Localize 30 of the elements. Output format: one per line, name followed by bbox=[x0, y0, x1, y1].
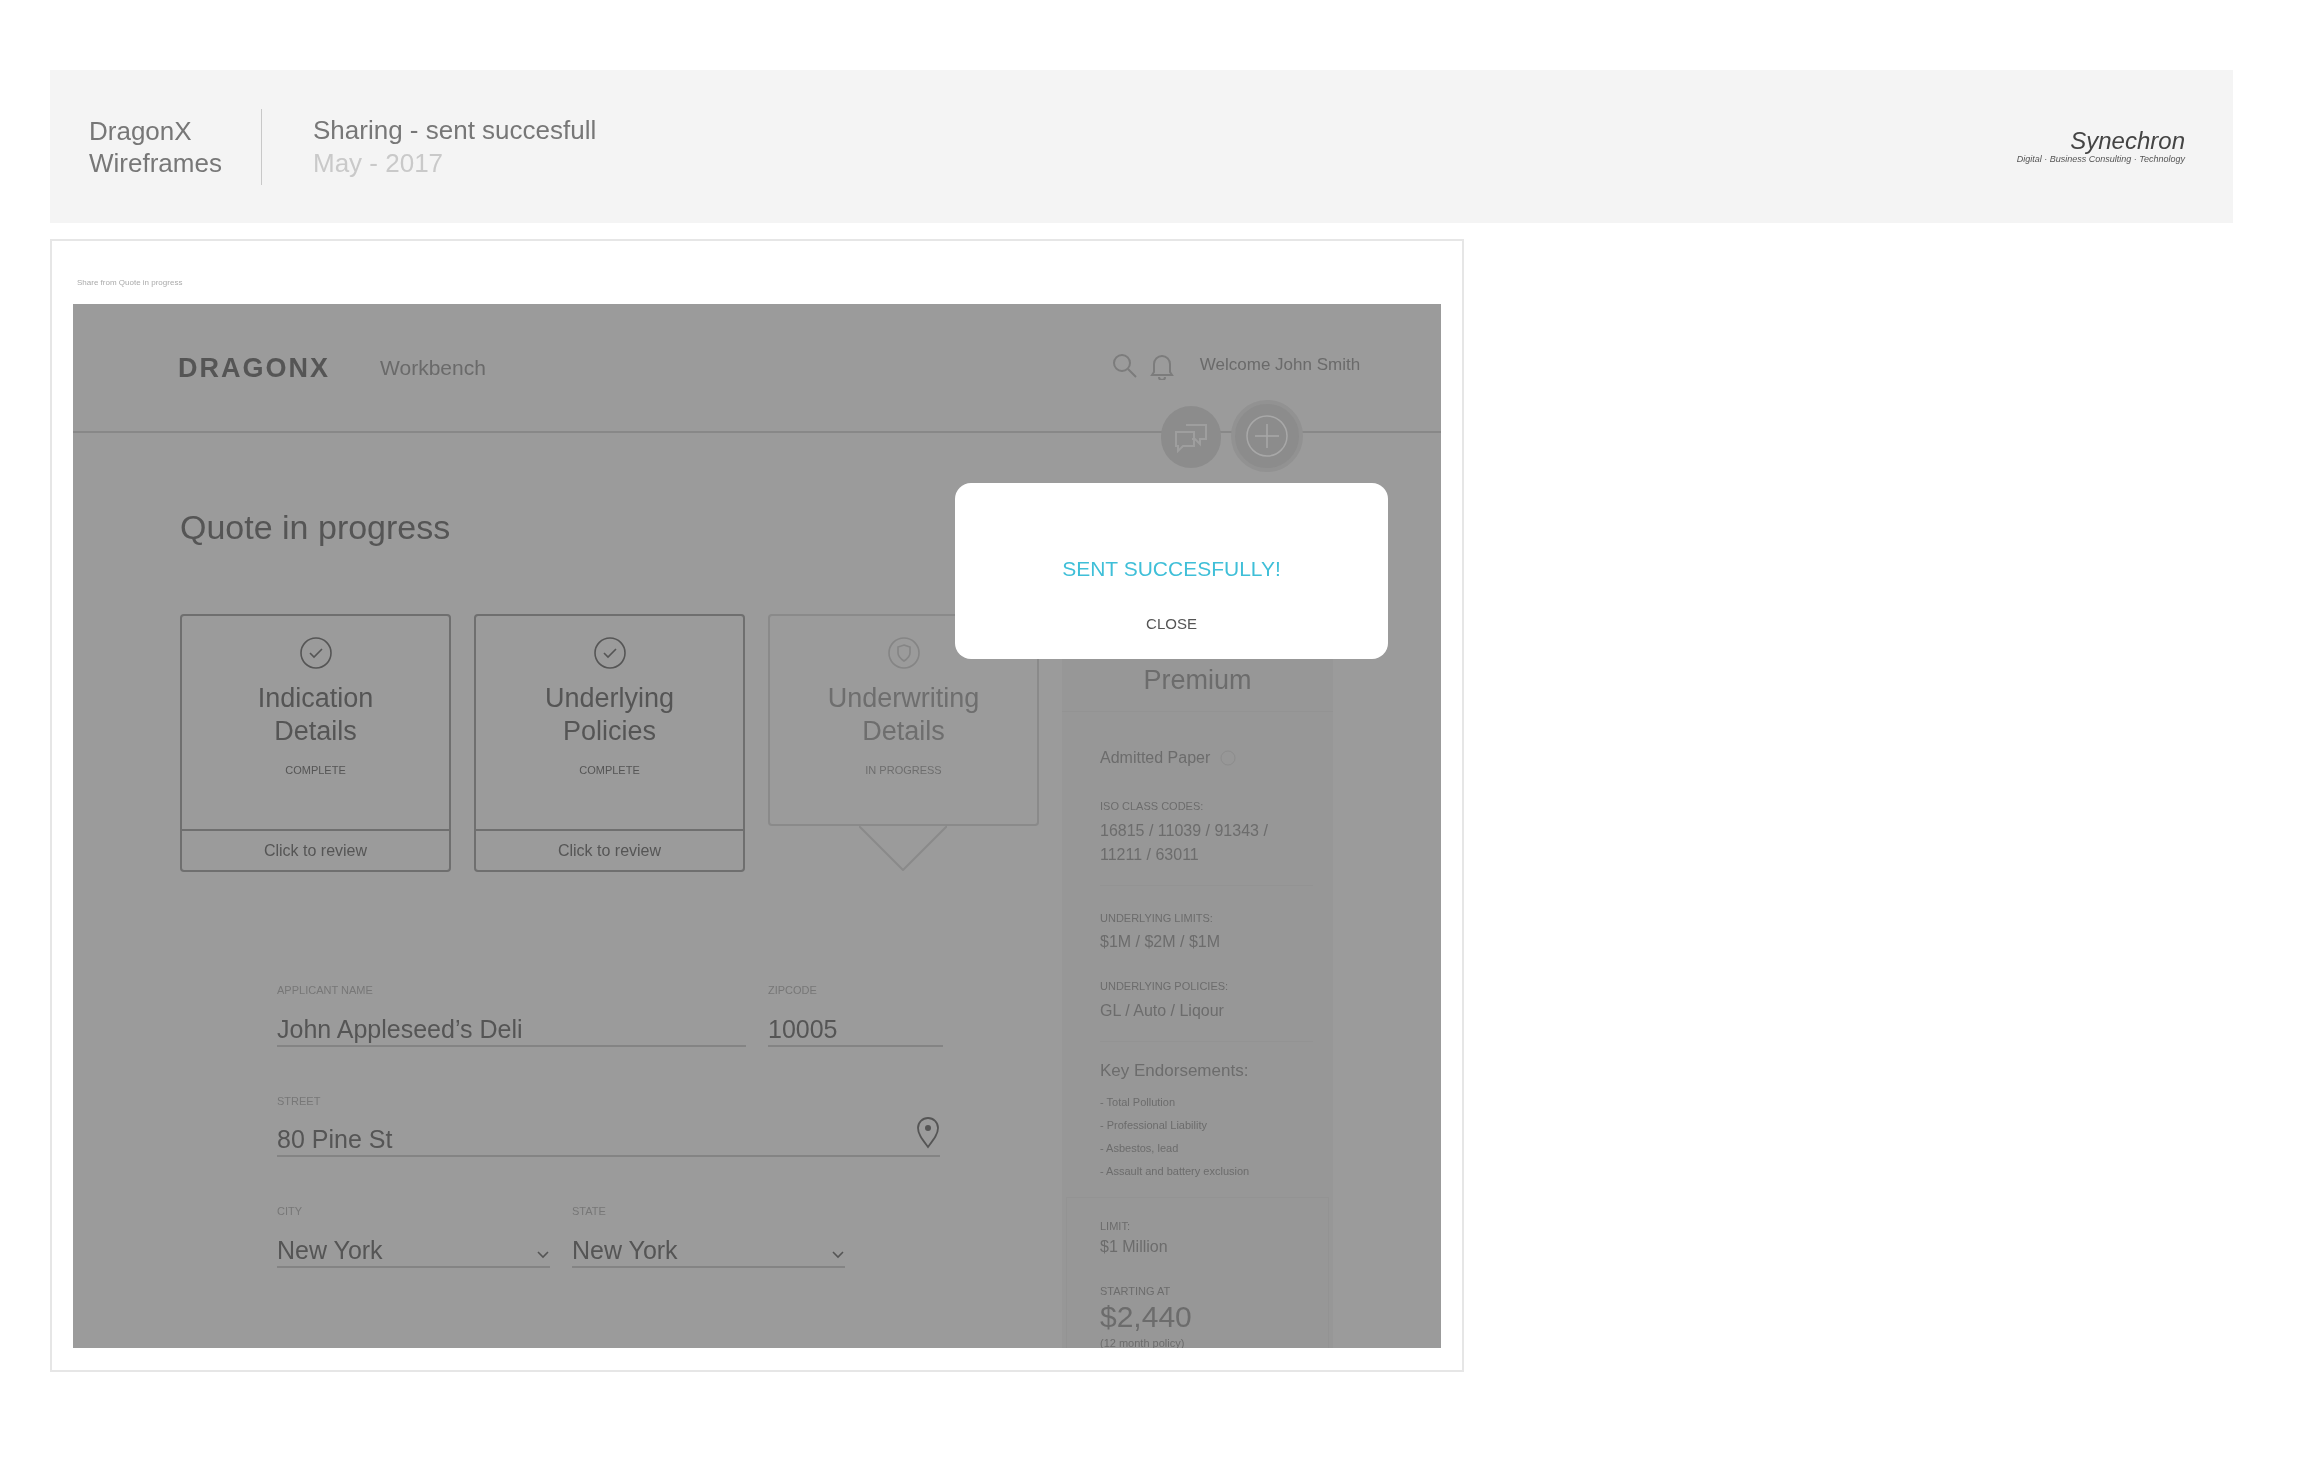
step-title: Underlying Policies bbox=[543, 682, 676, 748]
step-status: COMPLETE bbox=[579, 763, 640, 778]
step-title: Indication Details bbox=[256, 682, 375, 748]
close-button[interactable]: CLOSE bbox=[1140, 612, 1203, 635]
step-status: COMPLETE bbox=[285, 763, 346, 778]
chevron-down-icon bbox=[831, 1249, 845, 1260]
input-field[interactable]: John Appleseed’s Deli bbox=[277, 1008, 746, 1047]
dropdown-field[interactable]: New York bbox=[277, 1229, 550, 1268]
success-message: SENT SUCCESFULLY! bbox=[1062, 556, 1281, 582]
review-link[interactable]: Click to review bbox=[476, 829, 743, 870]
plus-icon bbox=[1245, 414, 1289, 458]
search-icon[interactable] bbox=[1111, 353, 1138, 379]
chevron-down-icon bbox=[536, 1249, 550, 1260]
screen-title: Sharing - sent succesfull bbox=[313, 113, 597, 147]
page-title: Quote in progress bbox=[180, 507, 452, 548]
input-field[interactable]: 10005 bbox=[768, 1008, 943, 1047]
brand-logo: DRAGONX bbox=[178, 352, 330, 385]
bell-icon[interactable] bbox=[1149, 352, 1174, 380]
location-pin-icon[interactable] bbox=[916, 1117, 940, 1149]
project-subtitle: Wireframes bbox=[89, 146, 223, 179]
input-field[interactable]: 80 Pine St bbox=[277, 1119, 940, 1157]
check-icon bbox=[592, 636, 627, 670]
artboard-caption: Share from Quote in progress bbox=[77, 277, 183, 289]
step-card[interactable]: Underlying Policies COMPLETE Click to review bbox=[474, 614, 745, 872]
dropdown-field[interactable]: New York bbox=[572, 1229, 845, 1268]
check-icon bbox=[298, 636, 333, 670]
project-name: DragonX bbox=[89, 114, 193, 147]
step-card[interactable]: Indication Details COMPLETE Click to review bbox=[180, 614, 451, 872]
company-logo: Synechron Digital · Business Consulting · Technology bbox=[2016, 128, 2185, 165]
review-link[interactable]: Click to review bbox=[182, 829, 449, 870]
